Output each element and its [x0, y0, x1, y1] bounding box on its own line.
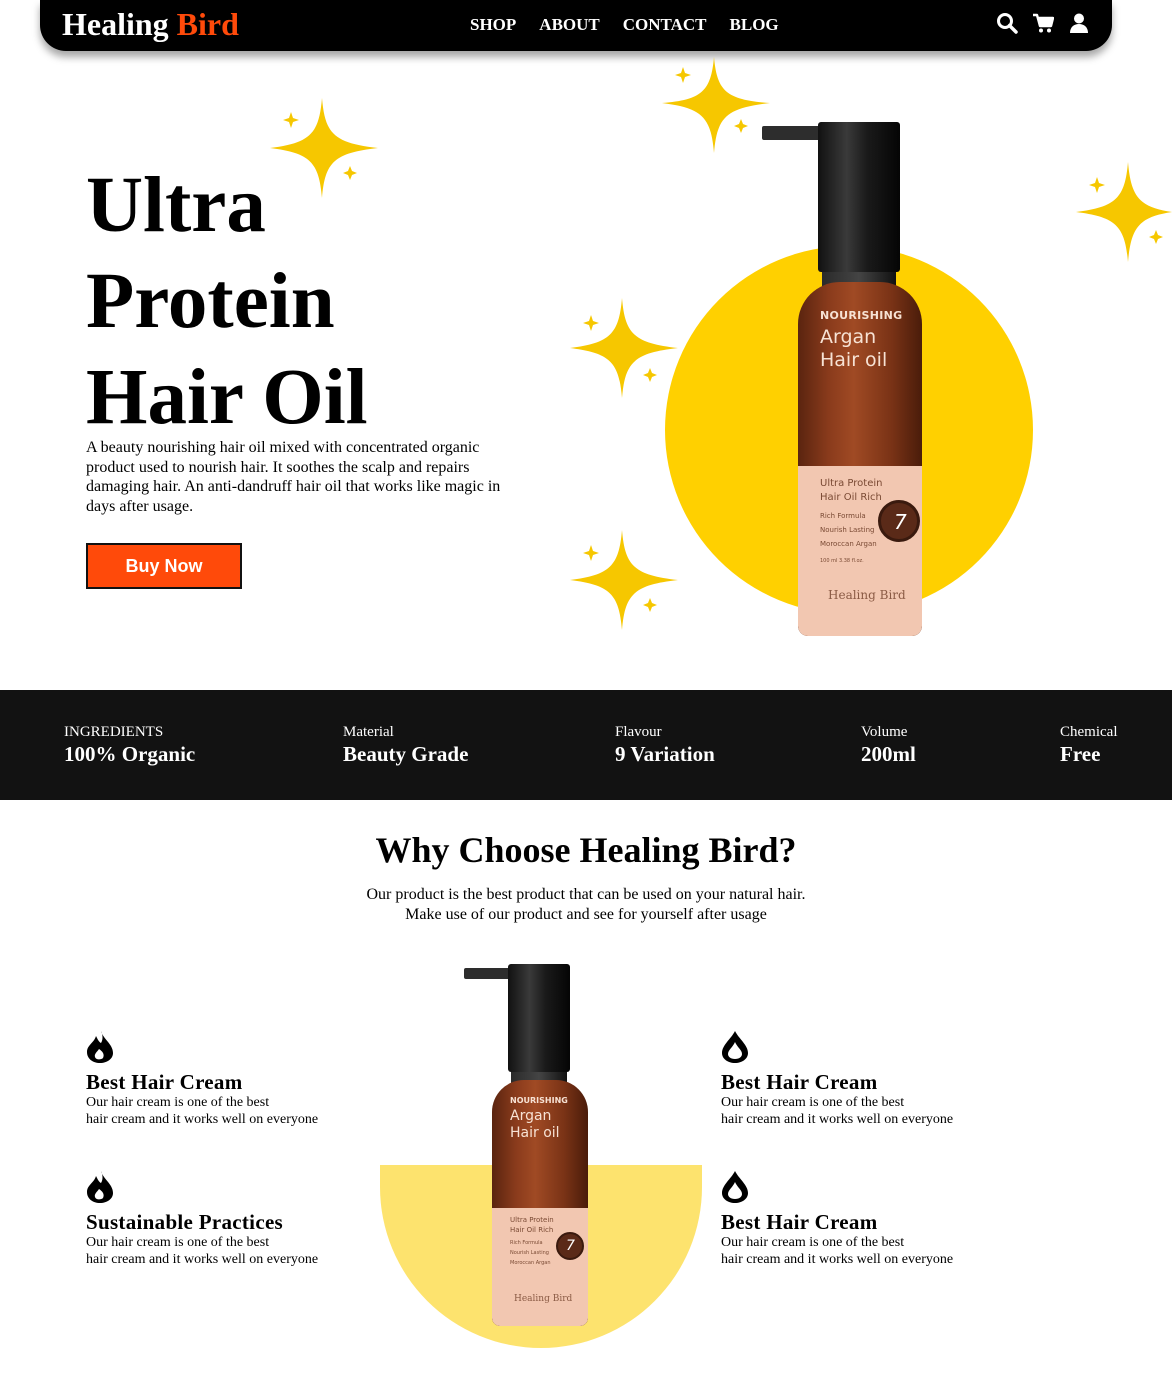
sparkle-icon	[1076, 162, 1172, 262]
feature-description-line: hair cream and it works well on everyone	[86, 1112, 319, 1127]
product-label-text: Hair Oil Rich	[820, 492, 882, 503]
drop-outline-icon	[721, 1170, 749, 1204]
feature-item: Best Hair Cream Our hair cream is one of…	[721, 1170, 1021, 1268]
feature-description-line: Our hair cream is one of the best	[721, 1095, 905, 1110]
why-subtitle: Our product is the best product that can…	[0, 885, 1172, 924]
feature-product-image: NOURISHING Argan Hair oil Ultra Protein …	[464, 964, 588, 1328]
navbar: Healing Bird SHOP ABOUT CONTACT BLOG	[40, 0, 1112, 51]
product-seal: 7	[556, 1232, 584, 1260]
nav-menu: SHOP ABOUT CONTACT BLOG	[470, 14, 779, 36]
feature-item: Best Hair Cream Our hair cream is one of…	[721, 1030, 1021, 1128]
feature-description: Our hair cream is one of the best hair c…	[86, 1234, 386, 1268]
stat-material: Material Beauty Grade	[343, 724, 468, 766]
user-icon[interactable]	[1068, 12, 1090, 34]
flame-drop-icon	[86, 1170, 114, 1204]
product-label-text: Ultra Protein	[820, 478, 883, 489]
sparkle-icon	[570, 298, 678, 398]
product-label-text: Hair Oil Rich	[510, 1226, 554, 1234]
stat-label: Flavour	[615, 724, 662, 740]
product-label-text: Argan	[820, 326, 877, 348]
stat-value: 100% Organic	[64, 742, 196, 766]
feature-item: Best Hair Cream Our hair cream is one of…	[86, 1030, 386, 1128]
why-subtitle-line: Make use of our product and see for your…	[405, 905, 767, 923]
feature-description-line: Our hair cream is one of the best	[86, 1095, 270, 1110]
hero-title: Ultra Protein Hair Oil	[86, 158, 546, 446]
nav-link-shop[interactable]: SHOP	[470, 14, 516, 36]
product-label-text: Argan	[510, 1108, 552, 1124]
stat-label: INGREDIENTS	[64, 724, 164, 740]
feature-description-line: Our hair cream is one of the best	[721, 1235, 905, 1250]
feature-description-line: hair cream and it works well on everyone	[721, 1112, 954, 1127]
brand-name-second: Bird	[176, 6, 239, 42]
product-label-text: Rich Formula	[820, 512, 866, 520]
product-label-text: Hair oil	[510, 1125, 560, 1141]
nav-link-about[interactable]: ABOUT	[539, 14, 599, 36]
feature-title: Sustainable Practices	[86, 1210, 284, 1234]
feature-description: Our hair cream is one of the best hair c…	[721, 1234, 1021, 1268]
product-stats-band: INGREDIENTS 100% Organic Material Beauty…	[0, 690, 1172, 800]
stat-label: Chemical	[1060, 724, 1118, 740]
product-label-text: Moroccan Argan	[510, 1260, 551, 1266]
brand-logo[interactable]: Healing Bird	[62, 4, 239, 44]
product-label-text: Moroccan Argan	[820, 540, 877, 548]
hero-description: A beauty nourishing hair oil mixed with …	[86, 439, 501, 515]
stat-value: Beauty Grade	[343, 742, 469, 766]
sparkle-icon	[662, 57, 770, 153]
feature-description: Our hair cream is one of the best hair c…	[86, 1094, 386, 1128]
feature-title: Best Hair Cream	[86, 1070, 243, 1094]
product-seal-number: 7	[566, 1238, 575, 1254]
feature-description: Our hair cream is one of the best hair c…	[721, 1094, 1021, 1128]
product-label-text: NOURISHING	[820, 309, 903, 322]
nav-icons	[996, 12, 1090, 34]
why-subtitle-line: Our product is the best product that can…	[366, 886, 806, 903]
product-label-text: NOURISHING	[510, 1096, 568, 1105]
drop-outline-icon	[721, 1030, 749, 1064]
product-label-text: Hair oil	[820, 349, 888, 371]
product-label-text: Healing Bird	[828, 588, 906, 602]
hero-title-line: Protein	[86, 258, 335, 345]
product-label-text: Nourish Lasting	[510, 1250, 549, 1256]
stat-value: 200ml	[861, 742, 916, 766]
product-seal-number: 7	[894, 510, 907, 534]
product-label-text: Nourish Lasting	[820, 526, 875, 534]
stat-label: Material	[343, 724, 394, 740]
sparkle-icon	[570, 530, 678, 630]
hero-title-line: Hair Oil	[86, 354, 368, 441]
feature-description-line: hair cream and it works well on everyone	[721, 1252, 954, 1267]
product-label-text: Ultra Protein	[510, 1216, 554, 1224]
nav-link-blog[interactable]: BLOG	[730, 14, 779, 36]
stat-label: Volume	[861, 724, 908, 740]
feature-description-line: hair cream and it works well on everyone	[86, 1252, 319, 1267]
product-seal: 7	[878, 500, 920, 542]
stat-ingredients: INGREDIENTS 100% Organic	[64, 724, 195, 766]
sparkle-icon	[270, 98, 378, 198]
brand-name-first: Healing	[62, 6, 169, 42]
feature-item: Sustainable Practices Our hair cream is …	[86, 1170, 386, 1268]
stat-value: Free	[1060, 742, 1101, 766]
why-title: Why Choose Healing Bird?	[375, 830, 797, 870]
search-icon[interactable]	[996, 12, 1018, 34]
hero-product-image: NOURISHING Argan Hair oil Ultra Protein …	[762, 122, 922, 636]
feature-title: Best Hair Cream	[721, 1070, 878, 1094]
flame-drop-icon	[86, 1030, 114, 1064]
stat-flavour: Flavour 9 Variation	[615, 724, 715, 766]
stat-volume: Volume 200ml	[861, 724, 916, 766]
nav-link-contact[interactable]: CONTACT	[623, 14, 707, 36]
product-label-text: 100 ml 3.38 fl.oz.	[820, 558, 864, 564]
product-label-text: Healing Bird	[514, 1294, 573, 1304]
buy-now-button[interactable]: Buy Now	[86, 543, 242, 589]
feature-title: Best Hair Cream	[721, 1210, 878, 1234]
cart-icon[interactable]	[1032, 12, 1055, 34]
stat-chemical: Chemical Free	[1060, 724, 1117, 766]
product-label-text: Rich Formula	[510, 1240, 543, 1246]
stat-value: 9 Variation	[615, 742, 715, 766]
feature-description-line: Our hair cream is one of the best	[86, 1235, 270, 1250]
